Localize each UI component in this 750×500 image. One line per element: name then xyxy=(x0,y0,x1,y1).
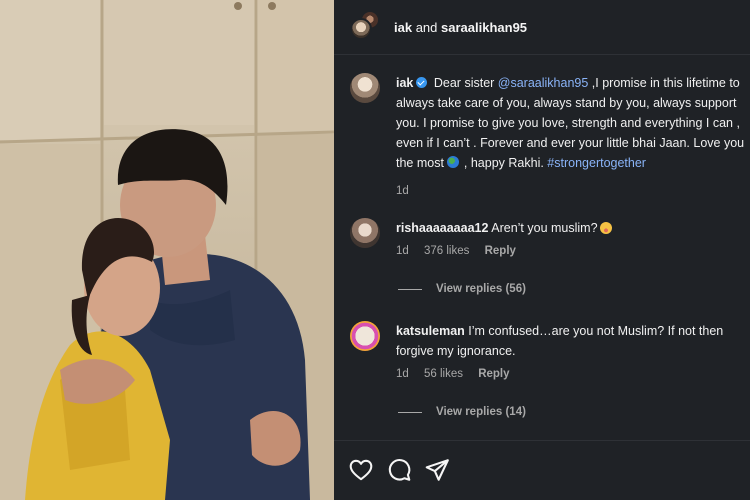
comment-icon[interactable] xyxy=(386,457,412,483)
view-replies-button[interactable]: View replies (14) xyxy=(398,406,526,418)
comment-time: 1d xyxy=(396,368,409,380)
author-link[interactable]: saraalikhan95 xyxy=(441,20,527,35)
comment-likes[interactable]: 56 likes xyxy=(424,368,463,380)
avatar[interactable] xyxy=(350,218,380,248)
collab-avatars[interactable] xyxy=(350,12,378,42)
comment-body: rishaaaaaaaa12 Aren’t you muslim? 1d 376… xyxy=(396,218,750,261)
mention-link[interactable]: @saraalikhan95 xyxy=(498,76,589,90)
verified-badge-icon xyxy=(416,77,428,88)
caption-body: iak Dear sister @saraalikhan95 ,I promis… xyxy=(396,73,750,201)
post-header: iak and saraalikhan95 xyxy=(334,0,750,55)
comment-meta: 1d 56 likes Reply xyxy=(396,364,750,384)
caption-time: 1d xyxy=(396,185,409,197)
caption-username[interactable]: iak xyxy=(396,76,413,90)
post-photo[interactable] xyxy=(0,0,334,500)
post-viewer: iak and saraalikhan95 iak Dear sister @s… xyxy=(0,0,750,500)
avatar[interactable] xyxy=(350,73,380,103)
caption-text: iak Dear sister @saraalikhan95 ,I promis… xyxy=(396,73,750,173)
divider xyxy=(398,288,422,290)
comment-likes[interactable]: 376 likes xyxy=(424,245,469,257)
flushed-emoji-icon xyxy=(599,222,612,234)
comment-body: katsuleman I’m confused…are you not Musl… xyxy=(396,321,750,384)
author-link[interactable]: iak xyxy=(394,20,412,35)
view-replies-button[interactable]: View replies (56) xyxy=(398,283,526,295)
action-bar xyxy=(334,440,750,500)
view-replies-label: View replies (14) xyxy=(436,406,526,418)
post-caption: iak Dear sister @saraalikhan95 ,I promis… xyxy=(350,73,750,201)
share-icon[interactable] xyxy=(424,457,450,483)
comment-time: 1d xyxy=(396,245,409,257)
comment-meta: 1d 376 likes Reply xyxy=(396,241,750,261)
avatar[interactable] xyxy=(350,18,372,40)
comment: katsuleman I’m confused…are you not Musl… xyxy=(350,321,750,384)
avatar[interactable] xyxy=(350,321,380,351)
comment-username[interactable]: rishaaaaaaaa12 xyxy=(396,221,488,235)
photo-illustration xyxy=(0,0,334,500)
post-authors: iak and saraalikhan95 xyxy=(394,20,527,35)
reply-button[interactable]: Reply xyxy=(478,368,509,380)
comment-text: Aren’t you muslim? xyxy=(491,221,598,235)
authors-connector: and xyxy=(415,19,438,35)
caption-text-part: Dear sister xyxy=(433,76,498,90)
view-replies-label: View replies (56) xyxy=(436,283,526,295)
comments-panel: iak and saraalikhan95 iak Dear sister @s… xyxy=(334,0,750,500)
heart-icon[interactable] xyxy=(348,457,374,483)
comment: rishaaaaaaaa12 Aren’t you muslim? 1d 376… xyxy=(350,218,750,261)
divider xyxy=(398,411,422,413)
caption-text-part: , happy Rakhi. xyxy=(463,156,548,170)
reply-button[interactable]: Reply xyxy=(485,245,516,257)
comment-username[interactable]: katsuleman xyxy=(396,324,465,338)
globe-emoji-icon xyxy=(447,156,460,168)
hashtag-link[interactable]: #strongertogether xyxy=(547,156,646,170)
